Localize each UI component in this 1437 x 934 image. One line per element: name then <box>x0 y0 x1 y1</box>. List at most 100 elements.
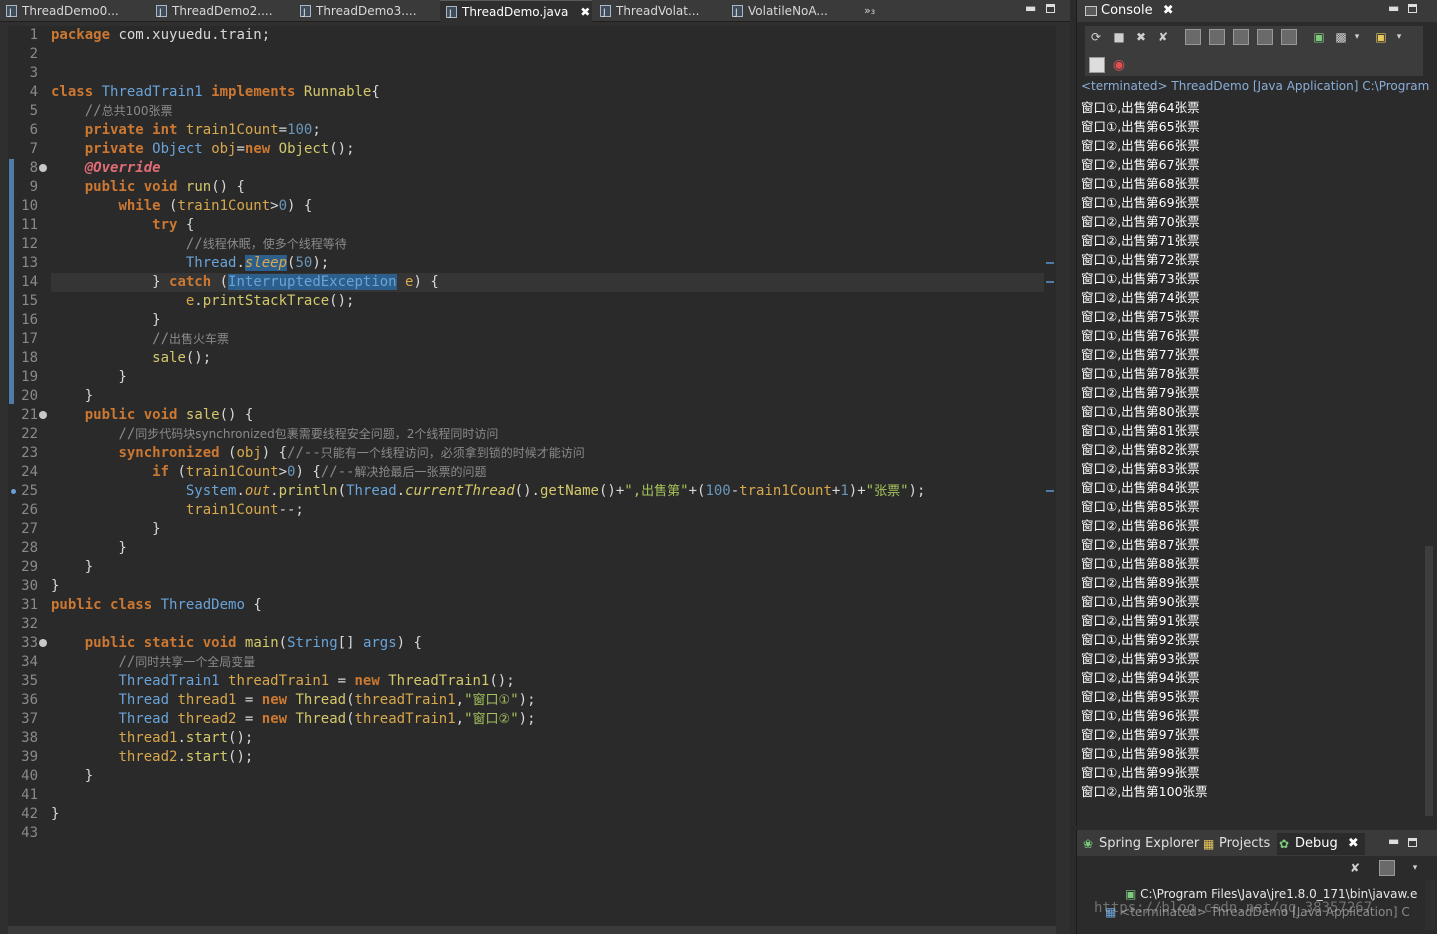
tab-debug[interactable]: ✿ Debug ✖ <box>1277 833 1365 855</box>
breakpoint-icon[interactable] <box>11 489 16 494</box>
line-number[interactable]: 4 <box>16 83 46 102</box>
line-number[interactable]: 43 <box>16 824 46 843</box>
line-number[interactable]: 12 <box>16 235 46 254</box>
tab-threaddemo2[interactable]: ThreadDemo2.... <box>150 0 292 22</box>
tab-overflow-button[interactable]: »₃ <box>864 0 875 22</box>
line-number[interactable]: 19 <box>16 368 46 387</box>
java-file-icon <box>6 2 17 22</box>
line-number[interactable]: 39 <box>16 748 46 767</box>
line-number[interactable]: 11 <box>16 216 46 235</box>
line-number[interactable]: 25 <box>16 482 46 501</box>
tab-threaddemo3[interactable]: ThreadDemo3.... <box>294 0 438 22</box>
maximize-icon[interactable] <box>1046 4 1055 13</box>
line-number[interactable]: 42 <box>16 805 46 824</box>
tab-volatilenoa[interactable]: VolatileNoA... <box>726 0 860 22</box>
occurrence-marker[interactable] <box>1046 281 1054 283</box>
tab-threaddemo-java[interactable]: ThreadDemo.java ✖ <box>440 0 592 22</box>
line-number[interactable]: 3 <box>16 64 46 83</box>
line-number[interactable]: 29 <box>16 558 46 577</box>
chevron-down-icon[interactable]: ▾ <box>1407 860 1423 876</box>
console-output-line: 窗口①,出售第64张票 <box>1081 100 1200 115</box>
line-number[interactable]: 2 <box>16 45 46 64</box>
minimize-icon[interactable]: ▬ <box>1025 1 1036 15</box>
line-number[interactable]: 14 <box>16 273 46 292</box>
line-number[interactable]: 41 <box>16 786 46 805</box>
line-number[interactable]: 6 <box>16 121 46 140</box>
pin-console-icon[interactable]: ▣ <box>1311 29 1327 45</box>
line-number[interactable]: 22 <box>16 425 46 444</box>
copy-icon[interactable] <box>1089 57 1105 73</box>
line-number[interactable]: 28 <box>16 539 46 558</box>
clear-console-icon[interactable] <box>1185 29 1201 45</box>
line-number[interactable]: 5 <box>16 102 46 121</box>
line-number[interactable]: 34 <box>16 653 46 672</box>
line-number[interactable]: 23 <box>16 444 46 463</box>
line-number[interactable]: 38 <box>16 729 46 748</box>
console-vertical-scrollbar[interactable] <box>1424 96 1434 824</box>
tab-projects[interactable]: ▦ Projects <box>1201 833 1270 855</box>
debug-toolbar: ✘ ▾ <box>1077 858 1437 878</box>
error-log-icon[interactable]: ◉ <box>1111 57 1127 73</box>
line-number[interactable]: 1 <box>16 26 46 45</box>
line-number[interactable]: 32 <box>16 615 46 634</box>
line-number[interactable]: 18 <box>16 349 46 368</box>
word-wrap-icon[interactable] <box>1233 29 1249 45</box>
line-number[interactable]: 9 <box>16 178 46 197</box>
line-number[interactable]: 40 <box>16 767 46 786</box>
code-line-14: } catch (InterruptedException e) { <box>51 273 1056 292</box>
line-number[interactable]: 37 <box>16 710 46 729</box>
line-number[interactable]: 20 <box>16 387 46 406</box>
close-icon[interactable]: ✖ <box>1163 3 1174 18</box>
editor-horizontal-scrollbar[interactable] <box>8 926 1056 934</box>
fold-toggle-icon[interactable] <box>39 639 47 647</box>
occurrence-marker[interactable] <box>1046 490 1054 492</box>
line-number[interactable]: 36 <box>16 691 46 710</box>
minimize-icon[interactable]: ▬ <box>1388 1 1399 15</box>
tab-threaddemo0[interactable]: ThreadDemo0... <box>0 0 148 22</box>
line-number[interactable]: 13 <box>16 254 46 273</box>
line-number[interactable]: 10 <box>16 197 46 216</box>
terminate-icon[interactable]: ■ <box>1111 29 1127 45</box>
code-line-38: thread1.start(); <box>118 730 254 746</box>
display-console-icon[interactable]: ▩ <box>1333 29 1349 45</box>
line-number[interactable]: 26 <box>16 501 46 520</box>
line-number[interactable]: 30 <box>16 577 46 596</box>
occurrence-marker[interactable] <box>1046 262 1054 264</box>
show-on-stderr-icon[interactable] <box>1281 29 1297 45</box>
line-number[interactable]: 27 <box>16 520 46 539</box>
minimize-icon[interactable]: ▬ <box>1388 834 1399 848</box>
code-editor[interactable]: 1 2 3 4 5 6 7 8 9 10 11 12 13 14 15 16 17 18 19 20 21 22 23 24 2… <box>8 26 1056 926</box>
overview-ruler[interactable] <box>1044 26 1056 926</box>
refresh-icon[interactable]: ⟳ <box>1088 29 1104 45</box>
open-console-icon[interactable]: ▣ <box>1373 29 1389 45</box>
line-number[interactable]: 31 <box>16 596 46 615</box>
line-number[interactable]: 16 <box>16 311 46 330</box>
line-number[interactable]: 15 <box>16 292 46 311</box>
close-icon[interactable]: ✖ <box>1348 836 1359 851</box>
remove-launch-icon[interactable]: ✖ <box>1133 29 1149 45</box>
fold-toggle-icon[interactable] <box>39 164 47 172</box>
line-number[interactable]: 7 <box>16 140 46 159</box>
scrollbar-thumb[interactable] <box>1425 546 1433 816</box>
maximize-icon[interactable] <box>1408 4 1417 13</box>
maximize-icon[interactable] <box>1408 838 1417 847</box>
tab-threadvolat[interactable]: ThreadVolat... <box>594 0 722 22</box>
remove-all-terminated-icon[interactable]: ✘ <box>1155 29 1171 45</box>
code-text[interactable]: package com.xuyuedu.train; class ThreadT… <box>51 26 1056 926</box>
view-menu-icon[interactable] <box>1379 860 1395 876</box>
tab-console[interactable]: Console ✖ <box>1083 0 1174 22</box>
line-number[interactable]: 24 <box>16 463 46 482</box>
remove-all-terminated-icon[interactable]: ✘ <box>1347 860 1363 876</box>
chevron-down-icon[interactable]: ▾ <box>1391 29 1407 45</box>
show-on-stdout-icon[interactable] <box>1257 29 1273 45</box>
line-number[interactable]: 35 <box>16 672 46 691</box>
debug-vertical-scrollbar[interactable] <box>1425 880 1435 930</box>
console-output[interactable]: 窗口①,出售第64张票 窗口①,出售第65张票 窗口②,出售第66张票 窗口②,出售第… <box>1081 98 1421 820</box>
line-number[interactable]: 17 <box>16 330 46 349</box>
close-icon[interactable]: ✖ <box>580 1 590 22</box>
tab-spring-explorer[interactable]: ❀ Spring Explorer <box>1081 833 1199 855</box>
code-line-42: } <box>51 806 60 822</box>
fold-toggle-icon[interactable] <box>39 411 47 419</box>
chevron-down-icon[interactable]: ▾ <box>1349 29 1365 45</box>
scroll-lock-icon[interactable] <box>1209 29 1225 45</box>
